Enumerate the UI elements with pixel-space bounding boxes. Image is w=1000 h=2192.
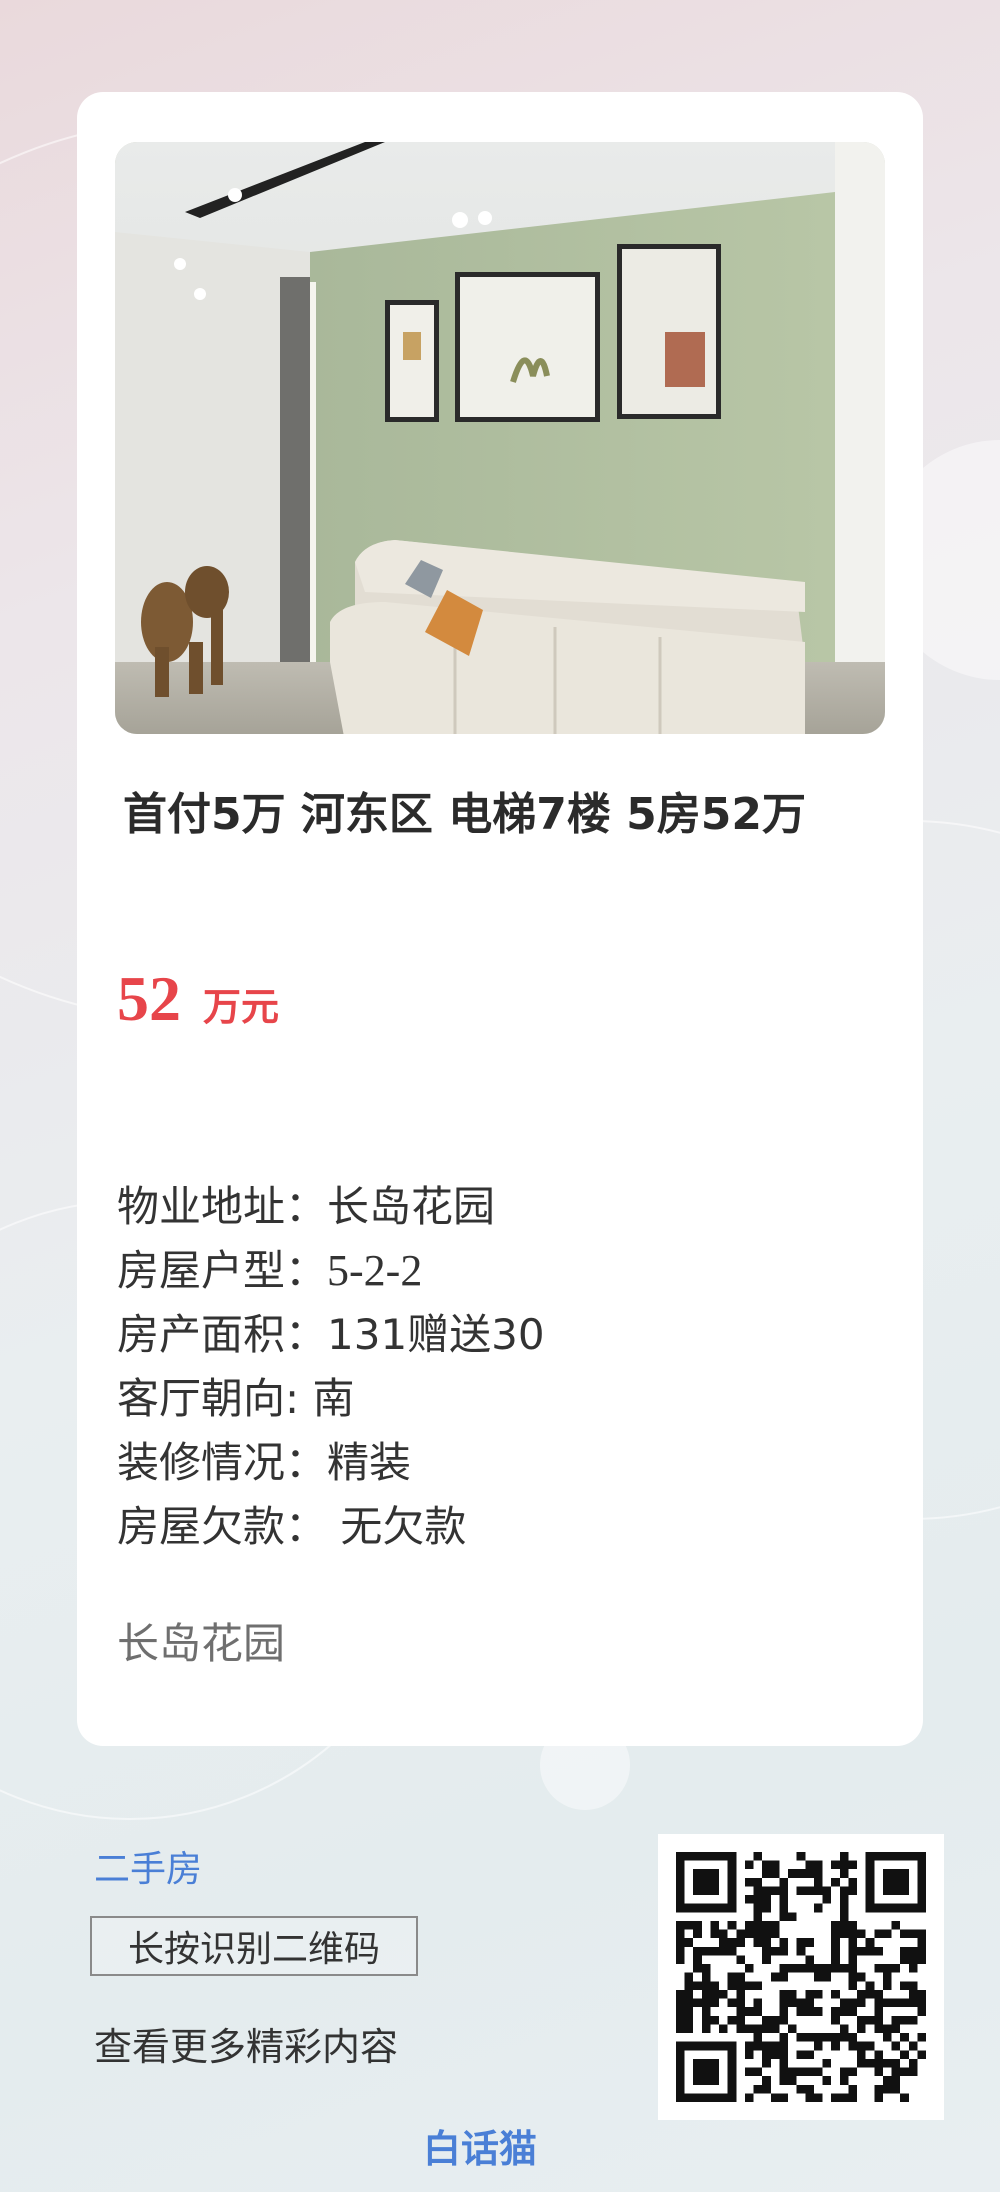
qr-hint-label: 长按识别二维码 [90, 1916, 418, 1976]
detail-debt: 房屋欠款： 无欠款 [117, 1495, 545, 1559]
detail-label: 装修情况： [117, 1438, 328, 1487]
property-details: 物业地址：长岛花园 房屋户型：5-2-2 房产面积：131赠送30 客厅朝向: … [117, 1175, 545, 1559]
detail-value: 5-2-2 [327, 1246, 423, 1295]
community-name: 长岛花园 [117, 1619, 286, 1668]
detail-value: 长岛花园 [327, 1182, 496, 1231]
more-content-text: 查看更多精彩内容 [94, 2025, 399, 2069]
detail-address: 物业地址：长岛花园 [117, 1175, 545, 1239]
listing-card[interactable]: 首付5万 河东区 电梯7楼 5房52万 52 万元 物业地址：长岛花园 房屋户型… [77, 92, 923, 1746]
detail-layout: 房屋户型：5-2-2 [117, 1239, 545, 1303]
detail-value: 无欠款 [327, 1502, 467, 1551]
listing-photo[interactable] [115, 142, 885, 734]
living-room-image [115, 142, 885, 734]
detail-value: 131赠送30 [327, 1310, 545, 1359]
qr-code[interactable] [658, 1834, 944, 2120]
detail-label: 客厅朝向: [117, 1374, 313, 1423]
category-link[interactable]: 二手房 [94, 1840, 202, 1892]
price: 52 万元 [117, 962, 279, 1036]
detail-value: 南 [312, 1374, 355, 1423]
brand-name[interactable]: 白话猫 [0, 2118, 960, 2173]
detail-label: 房屋欠款： [117, 1502, 328, 1551]
detail-orientation: 客厅朝向: 南 [117, 1367, 545, 1431]
listing-title: 首付5万 河东区 电梯7楼 5房52万 [123, 789, 807, 840]
detail-decoration: 装修情况：精装 [117, 1431, 545, 1495]
qr-code-icon [676, 1852, 926, 2102]
detail-label: 房屋户型： [117, 1246, 328, 1295]
price-unit: 万元 [203, 985, 280, 1029]
detail-value: 精装 [327, 1438, 412, 1487]
detail-area: 房产面积：131赠送30 [117, 1303, 545, 1367]
price-value: 52 [117, 963, 181, 1034]
detail-label: 房产面积： [117, 1310, 328, 1359]
detail-label: 物业地址： [117, 1182, 328, 1231]
